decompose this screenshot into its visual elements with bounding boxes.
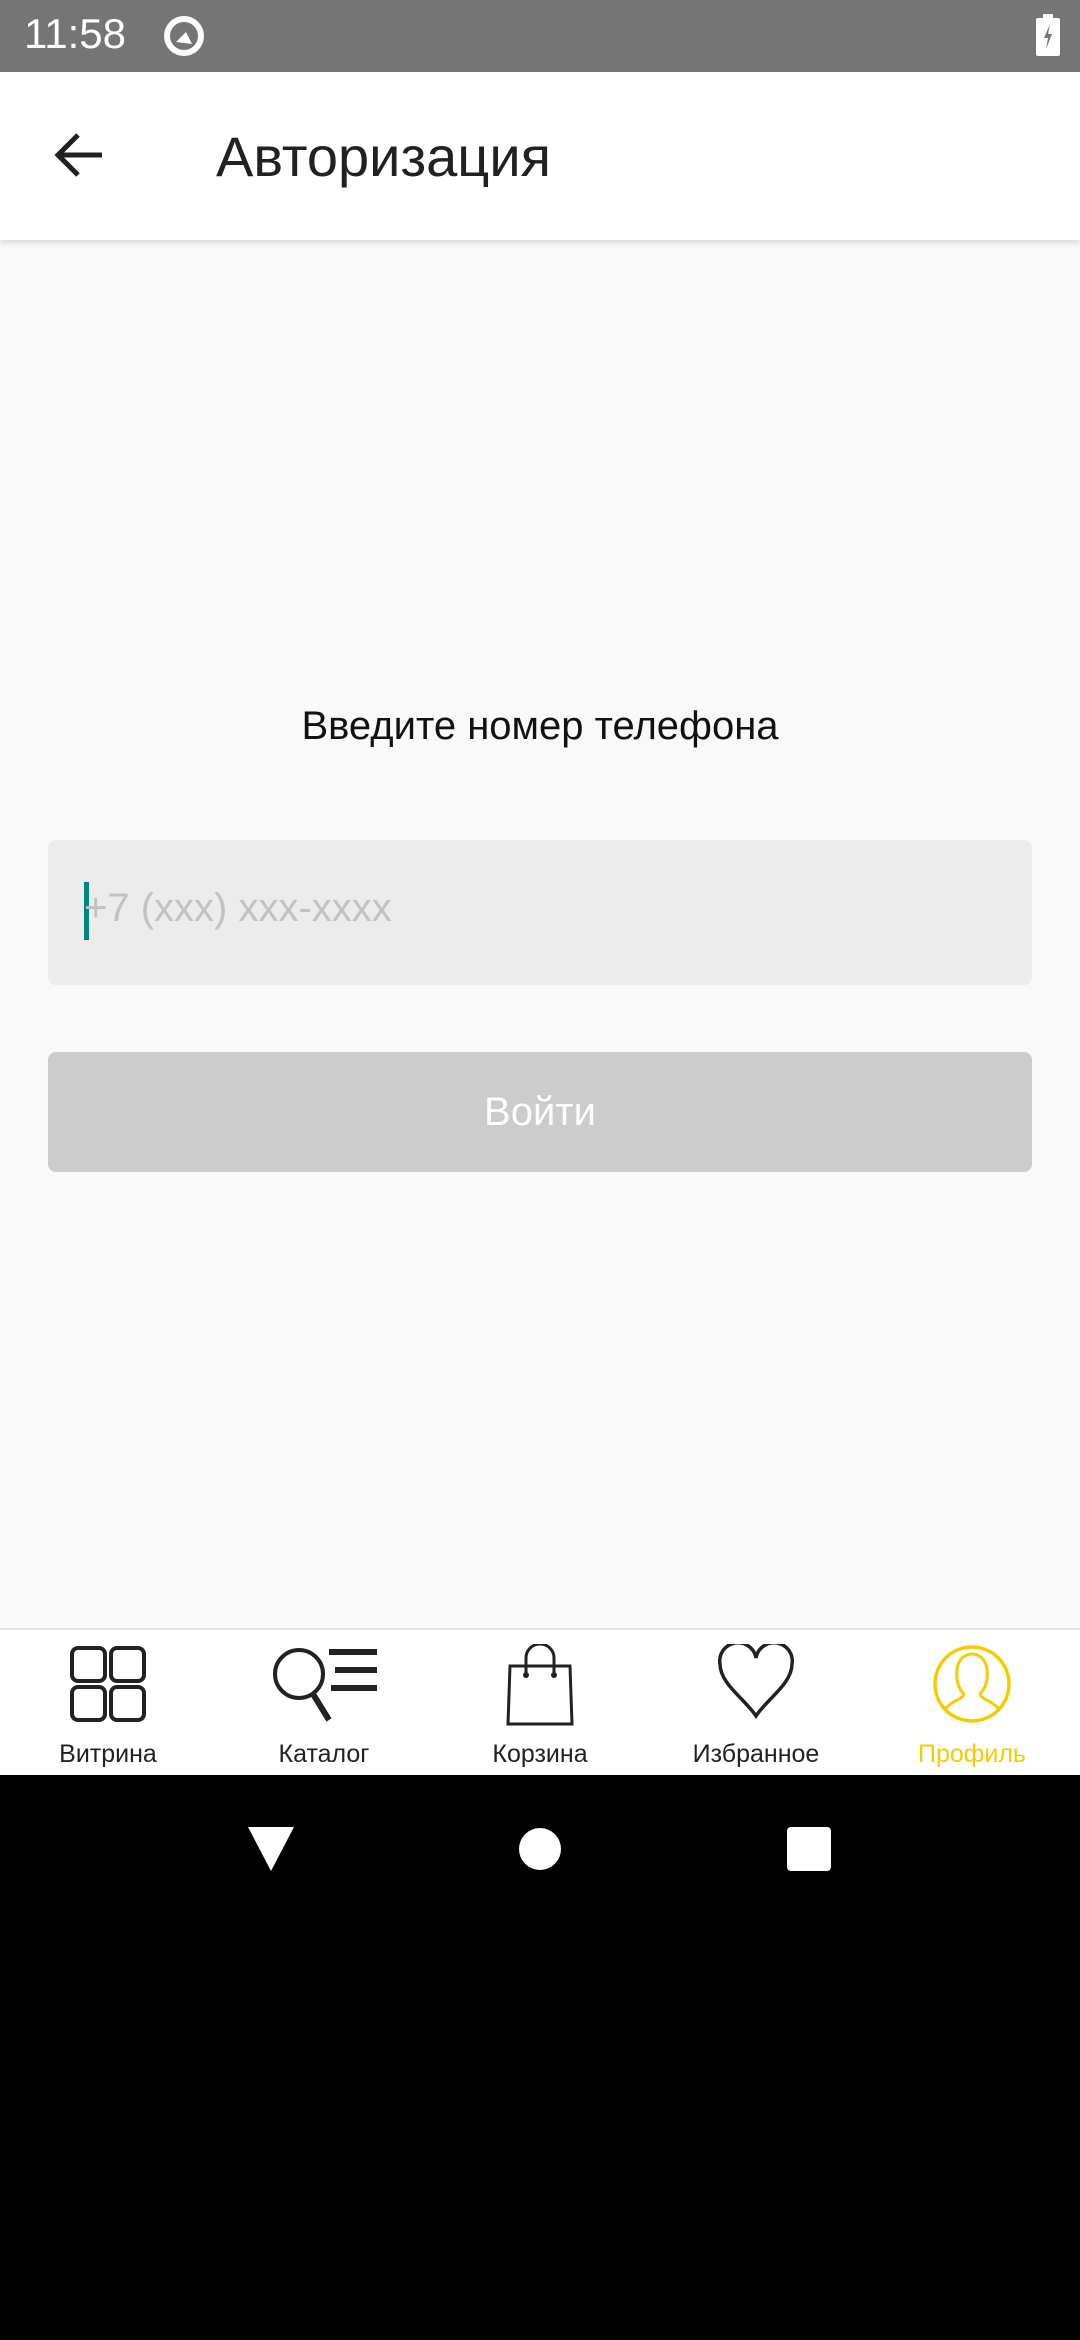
tab-label: Витрина bbox=[59, 1740, 157, 1768]
battery-charging-icon bbox=[1036, 14, 1060, 56]
status-time: 11:58 bbox=[24, 10, 126, 57]
back-triangle-icon[interactable] bbox=[246, 1825, 296, 1873]
app-bar: Авторизация bbox=[0, 72, 1080, 240]
tab-label: Избранное bbox=[692, 1740, 820, 1768]
tab-favorites[interactable]: Избранное bbox=[648, 1630, 864, 1775]
page-title: Авторизация bbox=[216, 125, 551, 188]
tab-showcase[interactable]: Витрина bbox=[0, 1630, 216, 1775]
tab-catalog[interactable]: Каталог bbox=[216, 1630, 432, 1775]
data-saver-icon bbox=[164, 16, 204, 56]
back-arrow-icon[interactable] bbox=[52, 127, 108, 183]
home-circle-icon[interactable] bbox=[518, 1827, 562, 1871]
recents-square-icon[interactable] bbox=[786, 1826, 832, 1872]
catalog-search-icon bbox=[273, 1648, 377, 1722]
tab-label: Каталог bbox=[278, 1740, 370, 1768]
status-bar: 11:58 bbox=[0, 0, 1080, 72]
system-nav-bar bbox=[0, 1775, 1080, 2340]
profile-icon bbox=[933, 1645, 1011, 1723]
login-button[interactable]: Войти bbox=[48, 1052, 1032, 1172]
phone-prompt: Введите номер телефона bbox=[301, 704, 779, 748]
phone-placeholder: +7 (xxx) xxx-xxxx bbox=[84, 886, 392, 930]
bottom-nav: Витрина Каталог Корзина Избранное Профил… bbox=[0, 1628, 1080, 1775]
shopping-bag-icon bbox=[506, 1644, 574, 1726]
auth-content: Введите номер телефона +7 (xxx) xxx-xxxx… bbox=[0, 240, 1080, 1628]
tab-label: Корзина bbox=[492, 1740, 588, 1768]
heart-icon bbox=[718, 1644, 794, 1720]
tab-profile[interactable]: Профиль bbox=[864, 1630, 1080, 1775]
tab-cart[interactable]: Корзина bbox=[432, 1630, 648, 1775]
grid-icon bbox=[70, 1646, 146, 1722]
phone-input[interactable]: +7 (xxx) xxx-xxxx bbox=[48, 840, 1032, 985]
tab-label: Профиль bbox=[918, 1740, 1026, 1768]
